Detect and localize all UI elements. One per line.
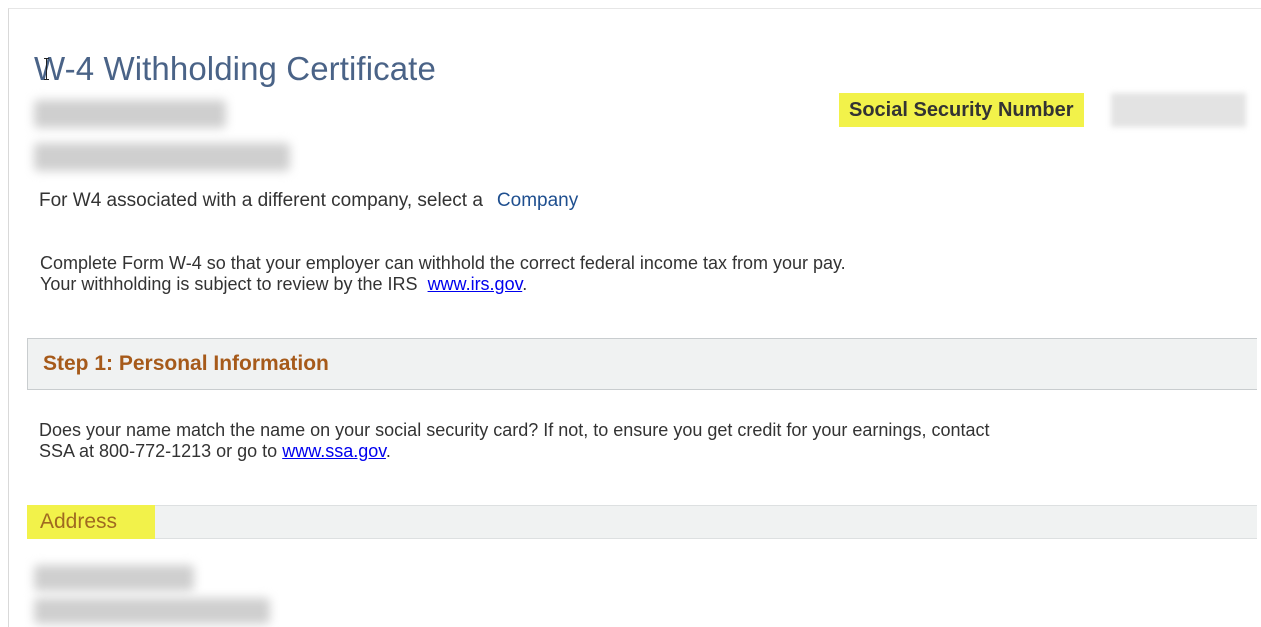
redacted-address-line-1 — [34, 565, 194, 591]
ssn-label: Social Security Number — [839, 93, 1084, 127]
irs-link[interactable]: www.irs.gov — [428, 274, 523, 294]
intro-line-2: Your withholding is subject to review by… — [40, 274, 528, 294]
ssn-value-redacted — [1111, 93, 1246, 127]
page-title: W-4 Withholding Certificate — [34, 50, 436, 87]
address-label: Address — [27, 505, 155, 539]
step-1-header: Step 1: Personal Information — [27, 338, 1257, 390]
step-1-question-line-2: SSA at 800-772-1213 or go to www.ssa.gov… — [39, 441, 391, 461]
redacted-address-line-2 — [34, 598, 270, 624]
redacted-employee-detail — [34, 143, 290, 171]
redacted-employee-name — [34, 100, 226, 128]
company-prompt: For W4 associated with a different compa… — [39, 190, 483, 211]
address-section-bar — [27, 505, 1257, 539]
company-link[interactable]: Company — [497, 190, 578, 211]
ssa-link[interactable]: www.ssa.gov — [282, 441, 386, 461]
intro-line-1: Complete Form W-4 so that your employer … — [40, 253, 846, 273]
step-1-question: Does your name match the name on your so… — [39, 420, 989, 462]
text-cursor-icon — [44, 58, 49, 80]
step-1-question-line-1: Does your name match the name on your so… — [39, 420, 990, 440]
company-select-line: For W4 associated with a different compa… — [39, 190, 578, 212]
intro-text: Complete Form W-4 so that your employer … — [40, 253, 846, 295]
